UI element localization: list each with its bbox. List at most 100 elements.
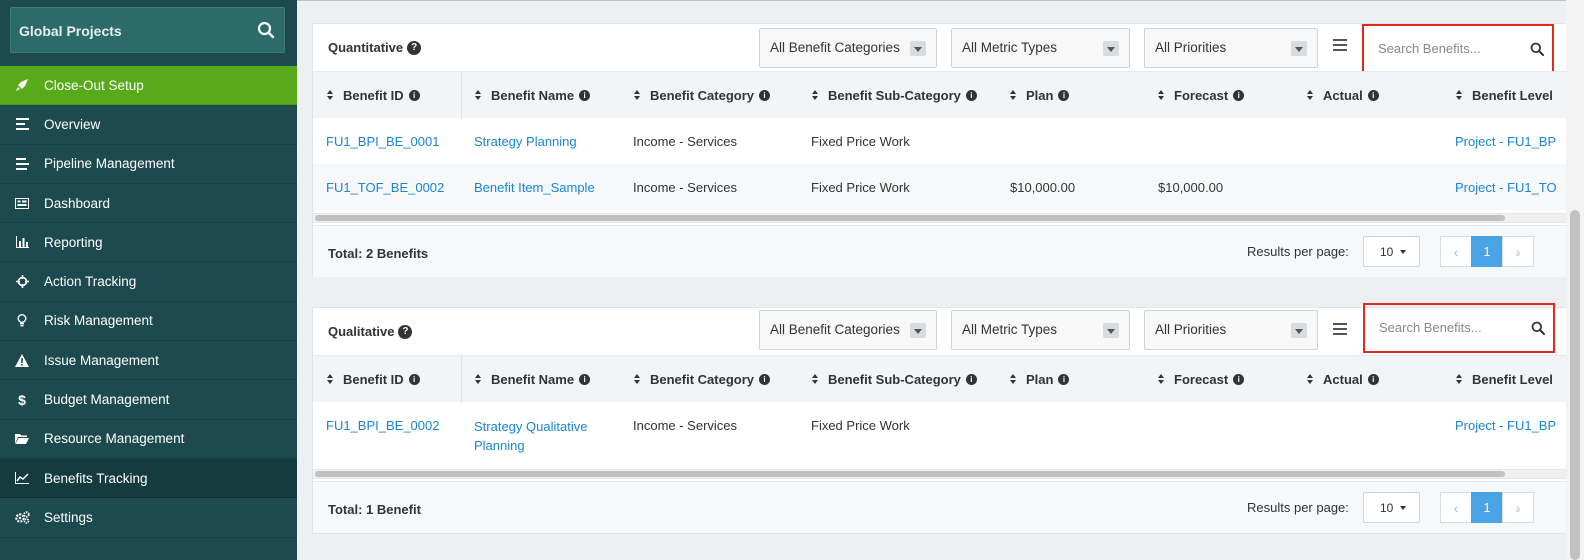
dropdown-caret-icon (1103, 323, 1119, 338)
global-projects-label: Global Projects (19, 23, 122, 39)
table-row: FU1_BPI_BE_0002 Strategy Qualitative Pla… (313, 402, 1567, 466)
col-benefit-sub-category[interactable]: Benefit Sub-Category i (812, 88, 977, 103)
info-icon: i (1233, 90, 1245, 101)
sort-icon (1158, 90, 1165, 101)
col-benefit-name[interactable]: Benefit Name i (475, 88, 591, 103)
col-label: Benefit ID (343, 88, 404, 103)
benefit-category-filter[interactable]: All Benefit Categories (759, 28, 937, 68)
folder-icon (0, 433, 44, 445)
col-plan[interactable]: Plan i (1010, 88, 1070, 103)
benefit-category-filter[interactable]: All Benefit Categories (759, 310, 937, 350)
benefit-name-link[interactable]: Strategy Qualitative Planning (474, 417, 614, 455)
search-benefits-input[interactable] (1377, 319, 1531, 336)
prev-page-button[interactable]: ‹ (1440, 492, 1472, 523)
col-benefit-category[interactable]: Benefit Category i (634, 372, 771, 387)
search-icon[interactable] (1530, 42, 1544, 56)
sidebar-item-benefits-tracking[interactable]: Benefits Tracking (0, 458, 297, 499)
sort-icon (1158, 374, 1165, 385)
col-benefit-level[interactable]: Benefit Level (1456, 372, 1553, 387)
info-icon: i (759, 374, 771, 385)
sidebar-item-risk-management[interactable]: Risk Management (0, 302, 297, 342)
sidebar-item-budget-management[interactable]: $ Budget Management (0, 380, 297, 420)
benefit-level-link[interactable]: Project - FU1_BP (1455, 134, 1556, 149)
sidebar-item-pipeline-management[interactable]: Pipeline Management (0, 145, 297, 184)
next-page-button[interactable]: › (1502, 492, 1534, 523)
benefit-name-link[interactable]: Strategy Planning (474, 134, 577, 149)
benefit-category-cell: Income - Services (633, 134, 738, 149)
benefit-id-link[interactable]: FU1_BPI_BE_0001 (326, 134, 439, 149)
sidebar-item-reporting[interactable]: Reporting (0, 223, 297, 263)
metric-type-filter[interactable]: All Metric Types (951, 28, 1130, 68)
pipeline-icon (0, 157, 44, 170)
benefit-name-link[interactable]: Benefit Item_Sample (474, 180, 595, 195)
vertical-scrollbar[interactable] (1566, 0, 1584, 560)
priority-filter[interactable]: All Priorities (1144, 28, 1318, 68)
benefit-id-link[interactable]: FU1_BPI_BE_0002 (326, 418, 439, 433)
col-actual[interactable]: Actual i (1307, 88, 1379, 103)
col-benefit-category[interactable]: Benefit Category i (634, 88, 771, 103)
pagination: ‹ 1 › (1440, 236, 1534, 267)
horizontal-scrollbar[interactable] (313, 213, 1567, 223)
results-per-page-select[interactable]: 10 (1363, 236, 1420, 267)
sidebar-item-label: Reporting (44, 234, 103, 250)
col-benefit-level[interactable]: Benefit Level (1456, 88, 1553, 103)
col-label: Forecast (1174, 372, 1229, 387)
benefit-level-link[interactable]: Project - FU1_TO (1455, 180, 1557, 195)
scrollbar-thumb[interactable] (315, 471, 1505, 477)
table-row: FU1_TOF_BE_0002 Benefit Item_Sample Inco… (313, 164, 1567, 210)
global-projects-search[interactable]: Global Projects (10, 7, 285, 53)
help-icon[interactable]: ? (398, 324, 413, 339)
col-benefit-id[interactable]: Benefit ID i (327, 372, 420, 387)
help-icon[interactable]: ? (407, 40, 422, 55)
scrollbar-thumb[interactable] (315, 215, 1505, 221)
search-benefits-box (1363, 303, 1555, 353)
sidebar-item-overview[interactable]: Overview (0, 105, 297, 145)
total-count: Total: 2 Benefits (328, 246, 429, 261)
col-label: Forecast (1174, 88, 1229, 103)
sidebar-item-settings[interactable]: Settings (0, 498, 297, 538)
col-forecast[interactable]: Forecast i (1158, 88, 1245, 103)
sidebar-item-resource-management[interactable]: Resource Management (0, 420, 297, 459)
benefit-id-link[interactable]: FU1_TOF_BE_0002 (326, 180, 444, 195)
metric-type-filter[interactable]: All Metric Types (951, 310, 1130, 350)
sort-icon (327, 90, 334, 101)
sidebar-item-issue-management[interactable]: Issue Management (0, 341, 297, 381)
benefit-category-filter-value: All Benefit Categories (770, 322, 900, 337)
quantitative-panel: Quantitative ? All Benefit Categories Al… (312, 23, 1568, 277)
panel-title: Qualitative ? (328, 324, 413, 339)
scrollbar-thumb[interactable] (1570, 210, 1580, 560)
col-plan[interactable]: Plan i (1010, 372, 1070, 387)
sidebar-item-dashboard[interactable]: Dashboard (0, 184, 297, 224)
col-forecast[interactable]: Forecast i (1158, 372, 1245, 387)
search-icon[interactable] (257, 21, 275, 39)
page-number-button[interactable]: 1 (1471, 236, 1503, 267)
benefit-level-link[interactable]: Project - FU1_BP (1455, 418, 1556, 433)
column-menu-icon[interactable] (1333, 323, 1347, 335)
sidebar-item-label: Settings (44, 509, 93, 525)
dropdown-caret-icon (1103, 41, 1119, 56)
next-page-button[interactable]: › (1502, 236, 1534, 267)
priority-filter[interactable]: All Priorities (1144, 310, 1318, 350)
sidebar-item-close-out-setup[interactable]: Close-Out Setup (0, 66, 297, 106)
col-benefit-id[interactable]: Benefit ID i (327, 88, 420, 103)
column-menu-icon[interactable] (1333, 39, 1347, 51)
table-header: Benefit ID i Benefit Name i Benefit Catego… (313, 355, 1567, 403)
search-benefits-input[interactable] (1376, 40, 1530, 57)
sidebar-item-label: Dashboard (44, 195, 111, 211)
info-icon: i (965, 90, 977, 101)
sidebar-item-action-tracking[interactable]: Action Tracking (0, 262, 297, 302)
benefit-subcategory-cell: Fixed Price Work (811, 180, 910, 195)
col-benefit-sub-category[interactable]: Benefit Sub-Category i (812, 372, 977, 387)
prev-page-button[interactable]: ‹ (1440, 236, 1472, 267)
sort-icon (1456, 90, 1463, 101)
horizontal-scrollbar[interactable] (313, 469, 1567, 479)
dollar-icon: $ (18, 391, 26, 408)
search-icon[interactable] (1531, 321, 1545, 335)
table-header: Benefit ID i Benefit Name i Benefit Catego… (313, 71, 1567, 119)
page-number-button[interactable]: 1 (1471, 492, 1503, 523)
col-benefit-name[interactable]: Benefit Name i (475, 372, 591, 387)
col-actual[interactable]: Actual i (1307, 372, 1379, 387)
results-per-page-select[interactable]: 10 (1363, 492, 1420, 523)
info-icon: i (1058, 374, 1070, 385)
sidebar-menu: Close-Out Setup Overview Pipeline Manage… (0, 66, 297, 538)
